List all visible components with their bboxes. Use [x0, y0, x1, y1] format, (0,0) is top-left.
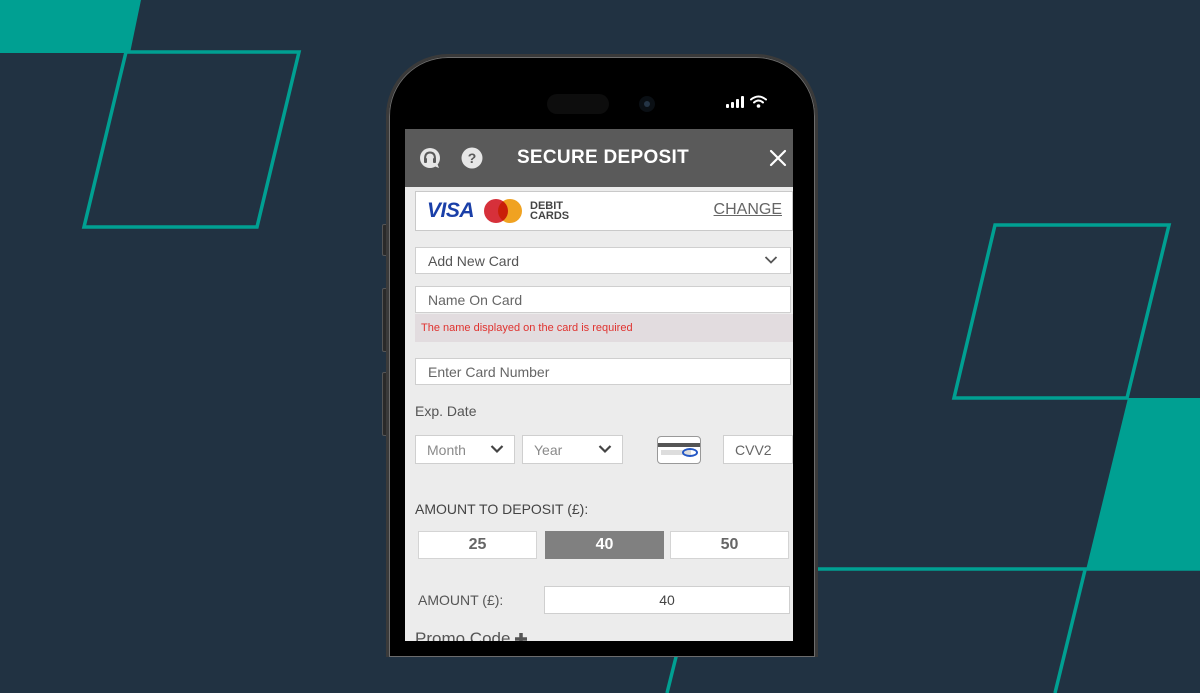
amount-label: AMOUNT (£): — [418, 592, 504, 608]
name-on-card-placeholder: Name On Card — [428, 291, 523, 308]
chevron-down-icon — [598, 445, 612, 454]
amount-value: 40 — [659, 592, 675, 608]
amount-option-40[interactable]: 40 — [545, 531, 664, 559]
exp-date-label: Exp. Date — [415, 403, 477, 419]
debit-cards-logo: DEBIT CARDS — [530, 200, 570, 222]
exp-year-select[interactable]: Year — [522, 435, 623, 464]
card-select-value: Add New Card — [428, 252, 520, 269]
close-icon[interactable] — [765, 145, 791, 171]
exp-month-select[interactable]: Month — [415, 435, 515, 464]
card-select-dropdown[interactable]: Add New Card — [415, 247, 791, 274]
front-camera — [639, 96, 655, 112]
wifi-icon — [750, 95, 767, 108]
change-payment-method-link[interactable]: CHANGE — [714, 201, 782, 219]
chevron-down-icon — [764, 256, 778, 264]
status-bar — [726, 95, 767, 108]
svg-text:?: ? — [468, 150, 477, 166]
help-icon[interactable]: ? — [461, 147, 483, 169]
promo-code-label: Promo Code — [415, 629, 511, 641]
mastercard-logo — [484, 199, 523, 223]
header-bar: ? SECURE DEPOSIT — [405, 129, 793, 187]
outline-parallelogram-left — [81, 50, 302, 229]
dynamic-island — [547, 94, 609, 114]
teal-shape-right — [1086, 398, 1200, 570]
name-error-message: The name displayed on the card is requir… — [415, 314, 793, 342]
deposit-screen: ? SECURE DEPOSIT VISA DEBIT CARDS CHANGE… — [405, 129, 793, 641]
payment-method-bar: VISA DEBIT CARDS CHANGE — [415, 191, 793, 231]
amount-input[interactable]: 40 — [544, 586, 790, 614]
teal-line-diagonal-right — [1053, 569, 1087, 693]
signal-icon — [726, 96, 744, 108]
cvv-hint-card-icon — [657, 436, 701, 464]
card-number-placeholder: Enter Card Number — [428, 363, 550, 380]
plus-icon — [515, 633, 528, 641]
amount-option-50[interactable]: 50 — [670, 531, 789, 559]
name-on-card-input[interactable]: Name On Card — [415, 286, 791, 313]
cvv-input[interactable]: CVV2 — [723, 435, 793, 464]
card-number-input[interactable]: Enter Card Number — [415, 358, 791, 385]
amount-to-deposit-label: AMOUNT TO DEPOSIT (£): — [415, 501, 589, 517]
promo-code-toggle[interactable]: Promo Code — [415, 629, 528, 641]
teal-shape-top-left — [0, 0, 141, 53]
chevron-down-icon — [490, 445, 504, 454]
outline-parallelogram-right — [951, 223, 1172, 400]
amount-option-25[interactable]: 25 — [418, 531, 537, 559]
visa-logo: VISA — [427, 199, 475, 222]
support-chat-icon[interactable] — [419, 147, 441, 169]
